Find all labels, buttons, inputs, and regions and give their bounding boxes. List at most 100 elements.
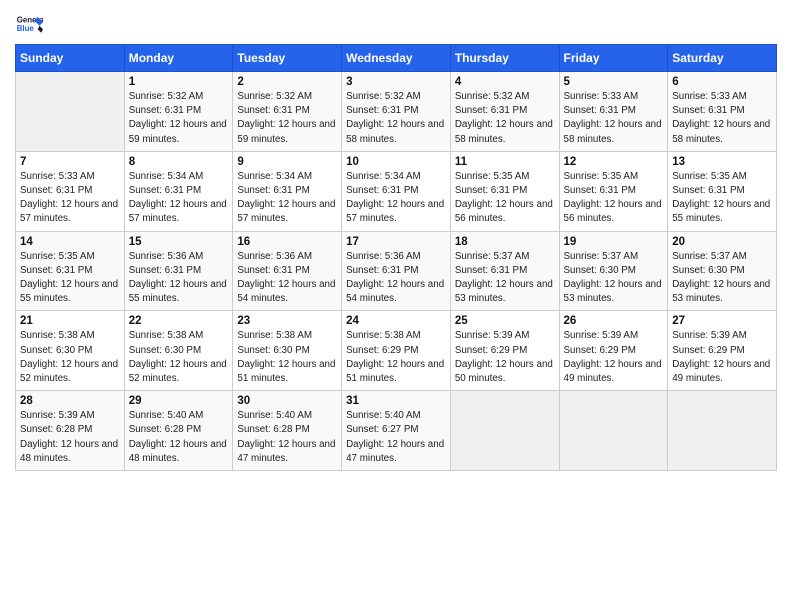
day-info: Sunrise: 5:37 AMSunset: 6:30 PMDaylight:… (564, 250, 664, 307)
day-info: Sunrise: 5:35 AMSunset: 6:31 PMDaylight:… (20, 250, 120, 307)
calendar-cell: 28Sunrise: 5:39 AMSunset: 6:28 PMDayligh… (16, 391, 125, 471)
calendar-cell: 2 Sunrise: 5:32 AMSunset: 6:31 PMDaylight… (233, 72, 342, 152)
calendar-cell: 1 Sunrise: 5:32 AMSunset: 6:31 PMDaylight… (124, 72, 233, 152)
day-number: 14 (20, 236, 120, 248)
calendar-cell: 31Sunrise: 5:40 AMSunset: 6:27 PMDayligh… (342, 391, 451, 471)
calendar-cell: 6 Sunrise: 5:33 AMSunset: 6:31 PMDaylight… (668, 72, 777, 152)
col-header-wednesday: Wednesday (342, 45, 451, 72)
day-number: 30 (237, 395, 337, 407)
day-number: 19 (564, 236, 664, 248)
day-number: 7 (20, 156, 120, 168)
calendar-cell: 7 Sunrise: 5:33 AMSunset: 6:31 PMDaylight… (16, 151, 125, 231)
day-number: 29 (129, 395, 229, 407)
week-row-2: 7 Sunrise: 5:33 AMSunset: 6:31 PMDaylight… (16, 151, 777, 231)
col-header-sunday: Sunday (16, 45, 125, 72)
day-info: Sunrise: 5:33 AMSunset: 6:31 PMDaylight:… (20, 170, 120, 227)
calendar-cell: 13 Sunrise: 5:35 AMSunset: 6:31 PMDayligh… (668, 151, 777, 231)
calendar-cell: 21Sunrise: 5:38 AMSunset: 6:30 PMDayligh… (16, 311, 125, 391)
day-number: 4 (455, 76, 555, 88)
day-number: 2 (237, 76, 337, 88)
calendar-cell (559, 391, 668, 471)
calendar-cell: 22 Sunrise: 5:38 AMSunset: 6:30 PMDayligh… (124, 311, 233, 391)
day-number: 12 (564, 156, 664, 168)
day-info: Sunrise: 5:38 AMSunset: 6:30 PMDaylight:… (20, 329, 120, 386)
day-info: Sunrise: 5:35 AMSunset: 6:31 PMDaylight:… (672, 170, 772, 227)
calendar-cell: 10 Sunrise: 5:34 AMSunset: 6:31 PMDayligh… (342, 151, 451, 231)
day-info: Sunrise: 5:39 AMSunset: 6:29 PMDaylight:… (455, 329, 555, 386)
calendar-cell: 15 Sunrise: 5:36 AMSunset: 6:31 PMDayligh… (124, 231, 233, 311)
calendar-cell: 12 Sunrise: 5:35 AMSunset: 6:31 PMDayligh… (559, 151, 668, 231)
calendar-cell: 16 Sunrise: 5:36 AMSunset: 6:31 PMDayligh… (233, 231, 342, 311)
day-number: 13 (672, 156, 772, 168)
logo-icon: General Blue (15, 10, 43, 38)
calendar-cell: 8 Sunrise: 5:34 AMSunset: 6:31 PMDaylight… (124, 151, 233, 231)
day-number: 6 (672, 76, 772, 88)
col-header-saturday: Saturday (668, 45, 777, 72)
day-info: Sunrise: 5:34 AMSunset: 6:31 PMDaylight:… (346, 170, 446, 227)
calendar-cell: 9 Sunrise: 5:34 AMSunset: 6:31 PMDaylight… (233, 151, 342, 231)
calendar-cell: 23 Sunrise: 5:38 AMSunset: 6:30 PMDayligh… (233, 311, 342, 391)
calendar-cell: 30 Sunrise: 5:40 AMSunset: 6:28 PMDayligh… (233, 391, 342, 471)
calendar-cell: 20 Sunrise: 5:37 AMSunset: 6:30 PMDayligh… (668, 231, 777, 311)
week-row-4: 21Sunrise: 5:38 AMSunset: 6:30 PMDayligh… (16, 311, 777, 391)
day-number: 11 (455, 156, 555, 168)
day-info: Sunrise: 5:34 AMSunset: 6:31 PMDaylight:… (237, 170, 337, 227)
day-info: Sunrise: 5:39 AMSunset: 6:29 PMDaylight:… (672, 329, 772, 386)
day-info: Sunrise: 5:32 AMSunset: 6:31 PMDaylight:… (237, 90, 337, 147)
day-info: Sunrise: 5:32 AMSunset: 6:31 PMDaylight:… (455, 90, 555, 147)
day-info: Sunrise: 5:38 AMSunset: 6:30 PMDaylight:… (129, 329, 229, 386)
calendar-cell: 26Sunrise: 5:39 AMSunset: 6:29 PMDayligh… (559, 311, 668, 391)
col-header-tuesday: Tuesday (233, 45, 342, 72)
calendar-cell: 4 Sunrise: 5:32 AMSunset: 6:31 PMDaylight… (450, 72, 559, 152)
day-info: Sunrise: 5:34 AMSunset: 6:31 PMDaylight:… (129, 170, 229, 227)
calendar-cell: 25Sunrise: 5:39 AMSunset: 6:29 PMDayligh… (450, 311, 559, 391)
day-number: 23 (237, 315, 337, 327)
day-info: Sunrise: 5:40 AMSunset: 6:28 PMDaylight:… (237, 409, 337, 466)
calendar-header: SundayMondayTuesdayWednesdayThursdayFrid… (16, 45, 777, 72)
calendar-cell: 17 Sunrise: 5:36 AMSunset: 6:31 PMDayligh… (342, 231, 451, 311)
day-number: 16 (237, 236, 337, 248)
day-info: Sunrise: 5:40 AMSunset: 6:28 PMDaylight:… (129, 409, 229, 466)
day-number: 20 (672, 236, 772, 248)
calendar-cell (450, 391, 559, 471)
day-number: 17 (346, 236, 446, 248)
week-row-1: 1 Sunrise: 5:32 AMSunset: 6:31 PMDaylight… (16, 72, 777, 152)
day-info: Sunrise: 5:39 AMSunset: 6:29 PMDaylight:… (564, 329, 664, 386)
day-info: Sunrise: 5:32 AMSunset: 6:31 PMDaylight:… (346, 90, 446, 147)
day-info: Sunrise: 5:37 AMSunset: 6:31 PMDaylight:… (455, 250, 555, 307)
calendar-cell: 19 Sunrise: 5:37 AMSunset: 6:30 PMDayligh… (559, 231, 668, 311)
day-number: 9 (237, 156, 337, 168)
day-info: Sunrise: 5:35 AMSunset: 6:31 PMDaylight:… (564, 170, 664, 227)
day-info: Sunrise: 5:40 AMSunset: 6:27 PMDaylight:… (346, 409, 446, 466)
day-info: Sunrise: 5:37 AMSunset: 6:30 PMDaylight:… (672, 250, 772, 307)
calendar-cell: 14 Sunrise: 5:35 AMSunset: 6:31 PMDayligh… (16, 231, 125, 311)
day-info: Sunrise: 5:36 AMSunset: 6:31 PMDaylight:… (237, 250, 337, 307)
day-info: Sunrise: 5:33 AMSunset: 6:31 PMDaylight:… (564, 90, 664, 147)
calendar-cell: 18Sunrise: 5:37 AMSunset: 6:31 PMDayligh… (450, 231, 559, 311)
day-info: Sunrise: 5:38 AMSunset: 6:29 PMDaylight:… (346, 329, 446, 386)
day-number: 1 (129, 76, 229, 88)
day-info: Sunrise: 5:35 AMSunset: 6:31 PMDaylight:… (455, 170, 555, 227)
day-info: Sunrise: 5:38 AMSunset: 6:30 PMDaylight:… (237, 329, 337, 386)
svg-text:Blue: Blue (17, 24, 35, 33)
day-number: 24 (346, 315, 446, 327)
day-number: 22 (129, 315, 229, 327)
day-info: Sunrise: 5:33 AMSunset: 6:31 PMDaylight:… (672, 90, 772, 147)
calendar-cell: 29 Sunrise: 5:40 AMSunset: 6:28 PMDayligh… (124, 391, 233, 471)
calendar-cell: 11 Sunrise: 5:35 AMSunset: 6:31 PMDayligh… (450, 151, 559, 231)
day-info: Sunrise: 5:32 AMSunset: 6:31 PMDaylight:… (129, 90, 229, 147)
calendar-cell: 24 Sunrise: 5:38 AMSunset: 6:29 PMDayligh… (342, 311, 451, 391)
calendar-cell: 5 Sunrise: 5:33 AMSunset: 6:31 PMDaylight… (559, 72, 668, 152)
col-header-monday: Monday (124, 45, 233, 72)
page-header: General Blue (15, 10, 777, 38)
calendar-cell: 3 Sunrise: 5:32 AMSunset: 6:31 PMDaylight… (342, 72, 451, 152)
day-number: 5 (564, 76, 664, 88)
day-number: 8 (129, 156, 229, 168)
day-info: Sunrise: 5:39 AMSunset: 6:28 PMDaylight:… (20, 409, 120, 466)
day-number: 3 (346, 76, 446, 88)
day-info: Sunrise: 5:36 AMSunset: 6:31 PMDaylight:… (346, 250, 446, 307)
day-number: 10 (346, 156, 446, 168)
day-number: 15 (129, 236, 229, 248)
calendar-cell (668, 391, 777, 471)
day-info: Sunrise: 5:36 AMSunset: 6:31 PMDaylight:… (129, 250, 229, 307)
